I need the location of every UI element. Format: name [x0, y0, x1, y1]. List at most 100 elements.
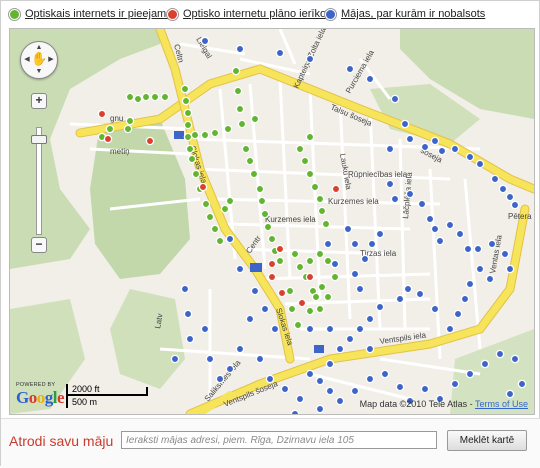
available-house-marker[interactable] — [317, 282, 327, 292]
available-house-marker[interactable] — [223, 124, 233, 134]
voted-house-marker[interactable] — [445, 324, 455, 334]
available-house-marker[interactable] — [260, 209, 270, 219]
available-house-marker[interactable] — [125, 92, 135, 102]
voted-house-marker[interactable] — [345, 334, 355, 344]
voted-house-marker[interactable] — [455, 229, 465, 239]
voted-house-marker[interactable] — [235, 264, 245, 274]
voted-house-marker[interactable] — [425, 214, 435, 224]
voted-house-marker[interactable] — [365, 374, 375, 384]
voted-house-marker[interactable] — [305, 324, 315, 334]
available-house-marker[interactable] — [150, 92, 160, 102]
available-house-marker[interactable] — [321, 219, 331, 229]
voted-house-marker[interactable] — [390, 94, 400, 104]
available-house-marker[interactable] — [323, 256, 333, 266]
voted-house-marker[interactable] — [463, 244, 473, 254]
available-house-marker[interactable] — [183, 108, 193, 118]
address-search-input[interactable] — [121, 431, 437, 449]
voted-house-marker[interactable] — [385, 144, 395, 154]
available-house-marker[interactable] — [190, 130, 200, 140]
voted-house-marker[interactable] — [375, 229, 385, 239]
available-house-marker[interactable] — [220, 204, 230, 214]
voted-house-marker[interactable] — [430, 304, 440, 314]
available-house-marker[interactable] — [210, 128, 220, 138]
voted-house-marker[interactable] — [510, 354, 520, 364]
available-house-marker[interactable] — [257, 196, 267, 206]
voted-house-marker[interactable] — [475, 264, 485, 274]
available-house-marker[interactable] — [105, 124, 115, 134]
legend-planned[interactable]: Optisko internetu plāno ierīkot — [167, 8, 329, 20]
voted-house-marker[interactable] — [480, 359, 490, 369]
planned-house-marker[interactable] — [103, 134, 113, 144]
voted-house-marker[interactable] — [420, 142, 430, 152]
voted-house-marker[interactable] — [265, 374, 275, 384]
planned-house-marker[interactable] — [297, 298, 307, 308]
voted-house-marker[interactable] — [385, 179, 395, 189]
voted-house-marker[interactable] — [335, 344, 345, 354]
voted-house-marker[interactable] — [405, 134, 415, 144]
voted-house-marker[interactable] — [170, 354, 180, 364]
voted-house-marker[interactable] — [465, 152, 475, 162]
voted-house-marker[interactable] — [487, 239, 497, 249]
pan-down-icon[interactable]: ▼ — [35, 68, 43, 76]
available-house-marker[interactable] — [141, 92, 151, 102]
voted-house-marker[interactable] — [275, 48, 285, 58]
available-house-marker[interactable] — [285, 286, 295, 296]
pan-right-icon[interactable]: ▶ — [47, 56, 55, 64]
pan-control[interactable]: ▲ ▼ ◀ ▶ ✋ — [20, 41, 58, 79]
voted-house-marker[interactable] — [360, 254, 370, 264]
available-house-marker[interactable] — [235, 104, 245, 114]
voted-house-marker[interactable] — [517, 379, 527, 389]
voted-house-marker[interactable] — [473, 244, 483, 254]
zoom-slider-handle[interactable] — [31, 135, 47, 144]
voted-house-marker[interactable] — [325, 359, 335, 369]
available-house-marker[interactable] — [310, 182, 320, 192]
voted-house-marker[interactable] — [350, 386, 360, 396]
available-house-marker[interactable] — [330, 272, 340, 282]
voted-house-marker[interactable] — [415, 289, 425, 299]
voted-house-marker[interactable] — [400, 119, 410, 129]
voted-house-marker[interactable] — [225, 364, 235, 374]
voted-house-marker[interactable] — [375, 302, 385, 312]
voted-house-marker[interactable] — [250, 286, 260, 296]
voted-house-marker[interactable] — [435, 236, 445, 246]
voted-house-marker[interactable] — [350, 239, 360, 249]
zoom-in-button[interactable]: + — [31, 93, 47, 109]
voted-house-marker[interactable] — [215, 374, 225, 384]
voted-house-marker[interactable] — [490, 174, 500, 184]
voted-house-marker[interactable] — [225, 234, 235, 244]
available-house-marker[interactable] — [205, 212, 215, 222]
available-house-marker[interactable] — [215, 236, 225, 246]
search-map-button[interactable]: Meklēt kartē — [447, 430, 527, 451]
voted-house-marker[interactable] — [500, 249, 510, 259]
zoom-out-button[interactable]: − — [31, 237, 47, 253]
voted-house-marker[interactable] — [367, 239, 377, 249]
voted-house-marker[interactable] — [355, 284, 365, 294]
available-house-marker[interactable] — [241, 144, 251, 154]
available-house-marker[interactable] — [187, 154, 197, 164]
available-house-marker[interactable] — [210, 224, 220, 234]
available-house-marker[interactable] — [317, 206, 327, 216]
planned-house-marker[interactable] — [267, 272, 277, 282]
available-house-marker[interactable] — [275, 256, 285, 266]
voted-house-marker[interactable] — [395, 294, 405, 304]
available-house-marker[interactable] — [287, 304, 297, 314]
voted-house-marker[interactable] — [330, 259, 340, 269]
available-house-marker[interactable] — [249, 169, 259, 179]
available-house-marker[interactable] — [305, 132, 315, 142]
available-house-marker[interactable] — [315, 249, 325, 259]
voted-house-marker[interactable] — [390, 194, 400, 204]
voted-house-marker[interactable] — [510, 200, 520, 210]
voted-house-marker[interactable] — [417, 199, 427, 209]
voted-house-marker[interactable] — [180, 284, 190, 294]
available-house-marker[interactable] — [293, 320, 303, 330]
legend-available[interactable]: Optiskais internets ir pieejams — [9, 8, 172, 20]
voted-house-marker[interactable] — [430, 136, 440, 146]
available-house-marker[interactable] — [300, 156, 310, 166]
available-house-marker[interactable] — [295, 144, 305, 154]
available-house-marker[interactable] — [305, 306, 315, 316]
available-house-marker[interactable] — [133, 94, 143, 104]
available-house-marker[interactable] — [123, 124, 133, 134]
voted-house-marker[interactable] — [445, 220, 455, 230]
voted-house-marker[interactable] — [430, 224, 440, 234]
voted-house-marker[interactable] — [437, 146, 447, 156]
